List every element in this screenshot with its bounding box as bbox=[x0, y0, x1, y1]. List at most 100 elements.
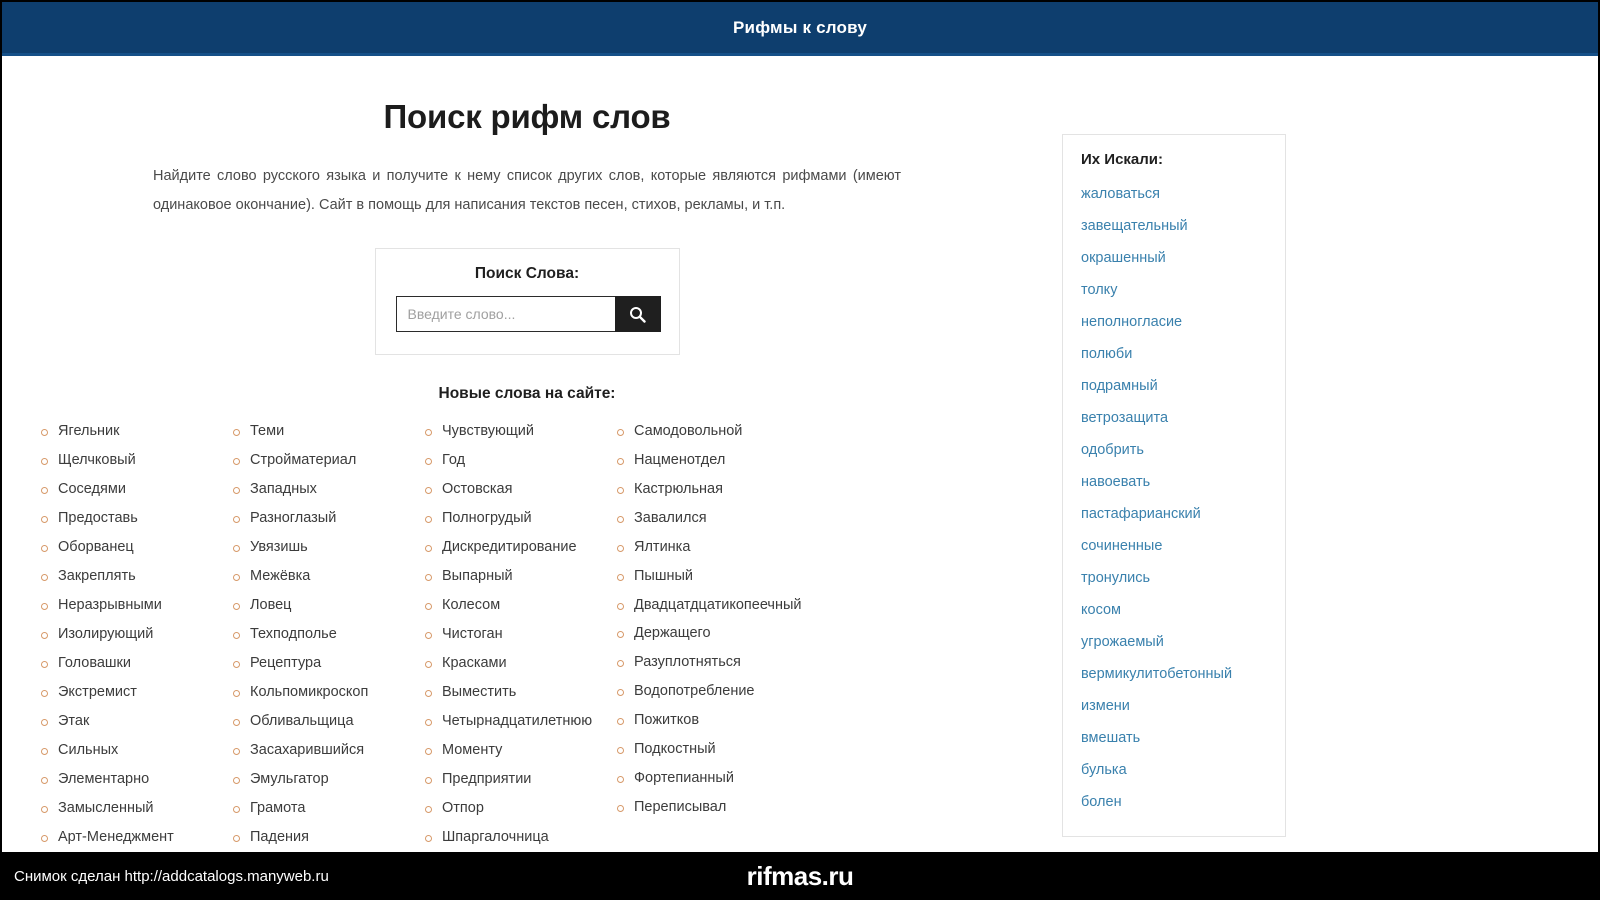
list-item[interactable]: Засахарившийся bbox=[232, 736, 424, 765]
newwords-title: Новые слова на сайте: bbox=[438, 385, 616, 402]
searched-word-link[interactable]: измени bbox=[1081, 698, 1130, 714]
list-item[interactable]: Полногрудый bbox=[424, 504, 616, 533]
search-input[interactable] bbox=[395, 296, 615, 332]
list-item[interactable]: Двадцатдцатикопеечный bbox=[616, 591, 802, 619]
word-list: Самодовольной Нацменотдел Кастрюльная За… bbox=[616, 417, 802, 822]
list-item[interactable]: Отпор bbox=[424, 794, 616, 823]
searched-word-link[interactable]: болен bbox=[1081, 794, 1122, 810]
searched-word-link[interactable]: вермикулитобетонный bbox=[1081, 666, 1232, 682]
searched-word-link[interactable]: угрожаемый bbox=[1081, 634, 1164, 650]
screenshot-root: Рифмы к слову Поиск рифм слов Найдите сл… bbox=[0, 0, 1600, 900]
list-item[interactable]: Щелчковый bbox=[40, 446, 232, 475]
list-item[interactable]: Предоставь bbox=[40, 504, 232, 533]
list-item: болен bbox=[1081, 786, 1267, 818]
searched-word-link[interactable]: вмешать bbox=[1081, 730, 1140, 746]
list-item[interactable]: Закреплять bbox=[40, 562, 232, 591]
list-item[interactable]: Элементарно bbox=[40, 765, 232, 794]
list-item[interactable]: Теми bbox=[232, 417, 424, 446]
searched-word-link[interactable]: жаловаться bbox=[1081, 186, 1160, 202]
list-item[interactable]: Обливальщица bbox=[232, 707, 424, 736]
searched-word-link[interactable]: косом bbox=[1081, 602, 1121, 618]
list-item: угрожаемый bbox=[1081, 626, 1267, 658]
list-item[interactable]: Ялтинка bbox=[616, 533, 776, 562]
list-item[interactable]: Пышный bbox=[616, 562, 776, 591]
list-item[interactable]: Разуплотняться bbox=[616, 648, 776, 677]
list-item[interactable]: Ловец bbox=[232, 591, 424, 620]
list-item[interactable]: Соседями bbox=[40, 475, 232, 504]
search-button[interactable] bbox=[614, 296, 661, 332]
intro-paragraph: Найдите слово русского языка и получите … bbox=[153, 168, 901, 213]
list-item[interactable]: Чувствующий bbox=[424, 417, 616, 446]
list-item[interactable]: Грамота bbox=[232, 794, 424, 823]
list-item[interactable]: Эмульгатор bbox=[232, 765, 424, 794]
list-item: сочиненные bbox=[1081, 530, 1267, 562]
list-item[interactable]: Фортепианный bbox=[616, 764, 776, 793]
list-item[interactable]: Чистоган bbox=[424, 620, 616, 649]
searched-word-link[interactable]: булька bbox=[1081, 762, 1127, 778]
searched-word-link[interactable]: одобрить bbox=[1081, 442, 1144, 458]
list-item[interactable]: Разноглазый bbox=[232, 504, 424, 533]
list-item[interactable]: Рецептура bbox=[232, 649, 424, 678]
list-item[interactable]: Моменту bbox=[424, 736, 616, 765]
list-item[interactable]: Головашки bbox=[40, 649, 232, 678]
list-item[interactable]: Держащего bbox=[616, 619, 776, 648]
list-item: полюби bbox=[1081, 338, 1267, 370]
list-item[interactable]: Год bbox=[424, 446, 616, 475]
page-title: Поиск рифм слов bbox=[383, 98, 671, 135]
list-item[interactable]: Ягельник bbox=[40, 417, 232, 446]
searched-word-link[interactable]: пастафарианский bbox=[1081, 506, 1201, 522]
list-item[interactable]: Выпарный bbox=[424, 562, 616, 591]
list-item[interactable]: Кольпомикроскоп bbox=[232, 678, 424, 707]
list-item[interactable]: Экстремист bbox=[40, 678, 232, 707]
list-item[interactable]: Стройматериал bbox=[232, 446, 424, 475]
searched-word-link[interactable]: навоевать bbox=[1081, 474, 1150, 490]
searched-word-link[interactable]: ветрозащита bbox=[1081, 410, 1168, 426]
list-item[interactable]: Колесом bbox=[424, 591, 616, 620]
footer-bar: Снимок сделан http://addcatalogs.manyweb… bbox=[0, 852, 1600, 900]
searched-word-link[interactable]: полюби bbox=[1081, 346, 1132, 362]
list-item[interactable]: Этак bbox=[40, 707, 232, 736]
searched-word-link[interactable]: подрамный bbox=[1081, 378, 1158, 394]
list-item[interactable]: Водопотребление bbox=[616, 677, 776, 706]
page-body: Поиск рифм слов Найдите слово русского я… bbox=[2, 56, 1598, 852]
list-item[interactable]: Неразрывными bbox=[40, 591, 232, 620]
word-list: Ягельник Щелчковый Соседями Предоставь О… bbox=[40, 417, 232, 852]
list-item[interactable]: Западных bbox=[232, 475, 424, 504]
list-item[interactable]: Изолирующий bbox=[40, 620, 232, 649]
list-item[interactable]: Завалился bbox=[616, 504, 776, 533]
searched-word-link[interactable]: толку bbox=[1081, 282, 1117, 298]
list-item[interactable]: Дискредитирование bbox=[424, 533, 616, 562]
site-title: Рифмы к слову bbox=[733, 17, 867, 37]
list-item[interactable]: Увязишь bbox=[232, 533, 424, 562]
list-item: жаловаться bbox=[1081, 178, 1267, 210]
list-item[interactable]: Подкостный bbox=[616, 735, 776, 764]
list-item[interactable]: Выместить bbox=[424, 678, 616, 707]
list-item[interactable]: Нацменотдел bbox=[616, 446, 776, 475]
list-item[interactable]: Шпаргалочница bbox=[424, 823, 616, 852]
list-item[interactable]: Пожитков bbox=[616, 706, 776, 735]
list-item[interactable]: Межёвка bbox=[232, 562, 424, 591]
searched-word-link[interactable]: окрашенный bbox=[1081, 250, 1166, 266]
list-item[interactable]: Кастрюльная bbox=[616, 475, 776, 504]
list-item[interactable]: Техподполье bbox=[232, 620, 424, 649]
list-item[interactable]: Оборванец bbox=[40, 533, 232, 562]
list-item[interactable]: Арт-Менеджмент bbox=[40, 823, 232, 852]
list-item[interactable]: Переписывал bbox=[616, 793, 776, 822]
searched-word-link[interactable]: тронулись bbox=[1081, 570, 1150, 586]
list-item: вермикулитобетонный bbox=[1081, 658, 1267, 690]
list-item[interactable]: Падения bbox=[232, 823, 424, 852]
list-item[interactable]: Замысленный bbox=[40, 794, 232, 823]
list-item: толку bbox=[1081, 274, 1267, 306]
search-label: Поиск Слова: bbox=[474, 265, 580, 282]
searched-word-link[interactable]: сочиненные bbox=[1081, 538, 1162, 554]
list-item[interactable]: Четырнадцатилетнюю bbox=[424, 707, 616, 736]
searched-word-link[interactable]: неполногласие bbox=[1081, 314, 1182, 330]
list-item[interactable]: Самодовольной bbox=[616, 417, 776, 446]
list-item: косом bbox=[1081, 594, 1267, 626]
list-item[interactable]: Сильных bbox=[40, 736, 232, 765]
search-icon bbox=[629, 306, 646, 323]
searched-word-link[interactable]: завещательный bbox=[1081, 218, 1188, 234]
list-item[interactable]: Остовская bbox=[424, 475, 616, 504]
list-item[interactable]: Предприятии bbox=[424, 765, 616, 794]
list-item[interactable]: Красками bbox=[424, 649, 616, 678]
